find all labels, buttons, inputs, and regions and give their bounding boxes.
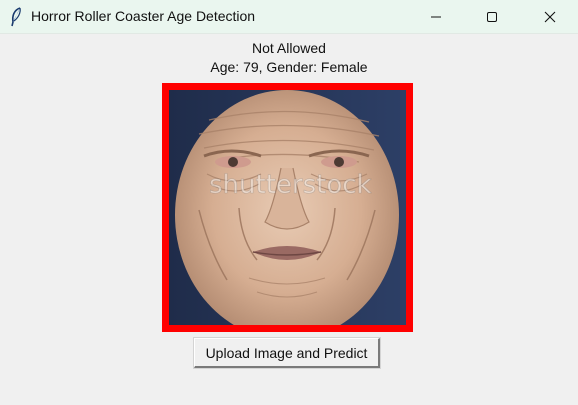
title-bar[interactable]: Horror Roller Coaster Age Detection [0,0,578,34]
maximize-button[interactable] [469,0,515,33]
svg-text:shutterstock: shutterstock [209,170,372,200]
result-status-label: Not Allowed [252,40,326,56]
close-button[interactable] [527,0,573,33]
feather-icon [11,7,21,27]
result-details-label: Age: 79, Gender: Female [210,59,368,75]
window-title: Horror Roller Coaster Age Detection [31,8,256,24]
upload-and-predict-button[interactable]: Upload Image and Predict [193,337,381,369]
photo-frame: shutterstock [162,83,413,332]
app-window: Horror Roller Coaster Age Detection Not … [0,0,578,405]
close-icon [544,11,556,22]
maximize-icon [487,11,497,22]
face-image: shutterstock [169,90,406,325]
uploaded-photo: shutterstock [169,90,406,325]
minimize-icon [431,16,441,17]
minimize-button[interactable] [413,0,459,33]
